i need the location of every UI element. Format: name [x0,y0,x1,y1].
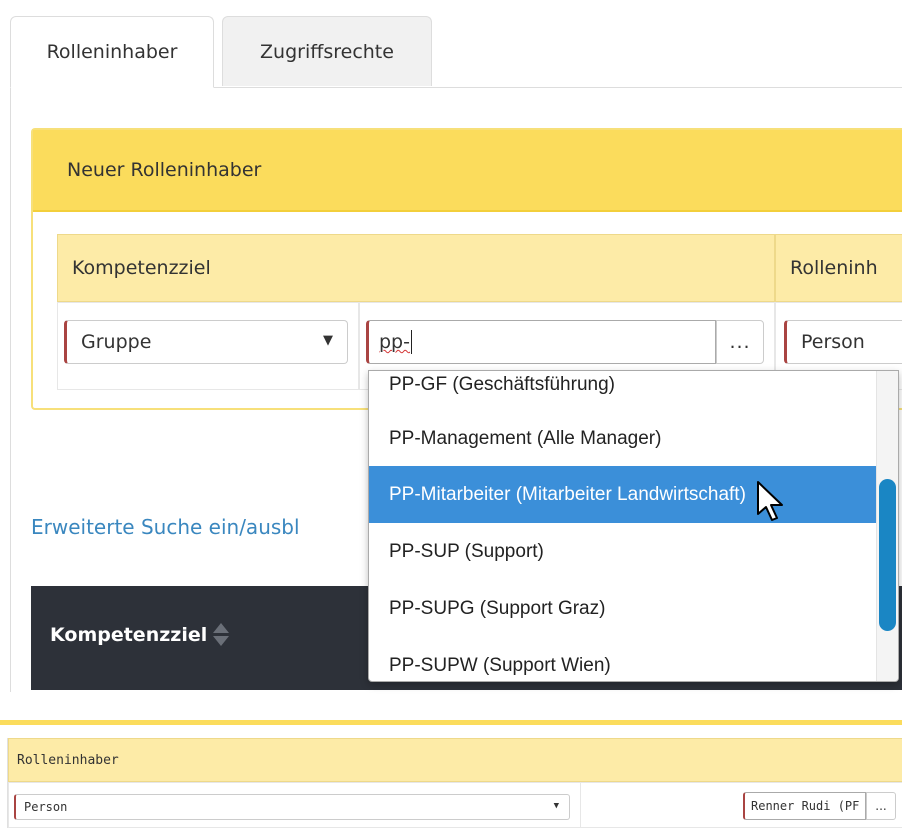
text-caret [410,330,412,354]
search-input-value: pp- [379,331,410,353]
advanced-search-toggle-link[interactable]: Erweiterte Suche ein/ausbl [31,515,371,539]
bottom-holder-input[interactable]: Renner Rudi (PF [743,792,866,820]
bottom-lookup-button[interactable]: ... [866,792,896,820]
mouse-pointer-icon [757,481,783,521]
sort-icon [211,621,230,649]
panel-top-border [0,720,902,725]
type-select-value: Gruppe [81,331,152,353]
dropdown-item[interactable]: PP-SUPW (Support Wien) [369,637,878,681]
autocomplete-dropdown: PP-GF (Geschäftsführung) PP-Management (… [368,370,899,682]
tab-rolleninhaber[interactable]: Rolleninhaber [10,16,214,88]
column-header-rolleninhaber: Rolleninh [775,234,902,302]
dropdown-item[interactable]: PP-SUPG (Support Graz) [369,580,878,637]
holder-type-select-value: Person [801,331,865,353]
tab-zugriffsrechte[interactable]: Zugriffsrechte [222,16,432,86]
search-input[interactable]: pp- [366,320,716,364]
scrollbar-thumb[interactable] [879,479,896,631]
dropdown-item-selected[interactable]: PP-Mitarbeiter (Mitarbeiter Landwirtscha… [369,466,878,523]
caret-down-icon: ▼ [553,801,559,811]
dropdown-item[interactable]: PP-Management (Alle Manager) [369,410,878,467]
dropdown-item[interactable]: PP-GF (Geschäftsführung) [369,371,878,413]
bottom-holder-type-value: Person [24,800,68,814]
caret-down-icon: ▼ [323,333,333,348]
dropdown-scrollbar[interactable] [876,371,898,681]
new-role-holder-panel: Neuer Rolleninhaber Kompetenzziel Rollen… [31,128,902,410]
tab-content-border [10,88,11,692]
panel-title: Neuer Rolleninhaber [33,130,902,212]
cell-divider [580,782,581,828]
row-left-border [0,738,8,828]
column-header-kompetenzziel: Kompetenzziel [57,234,775,302]
holder-type-select[interactable]: Person [784,320,902,364]
lookup-button[interactable]: ... [716,320,764,364]
tab-bar: Rolleninhaber Zugriffsrechte [10,16,902,88]
dropdown-item[interactable]: PP-SUP (Support) [369,523,878,580]
column-header-kompetenzziel-sort[interactable]: Kompetenzziel [50,621,230,649]
type-select[interactable]: Gruppe ▼ [64,320,348,364]
bottom-holder-type-select[interactable]: Person ▼ [14,794,570,820]
bottom-column-header-rolleninhaber: Rolleninhaber [8,738,902,782]
results-column-label: Kompetenzziel [50,624,208,646]
